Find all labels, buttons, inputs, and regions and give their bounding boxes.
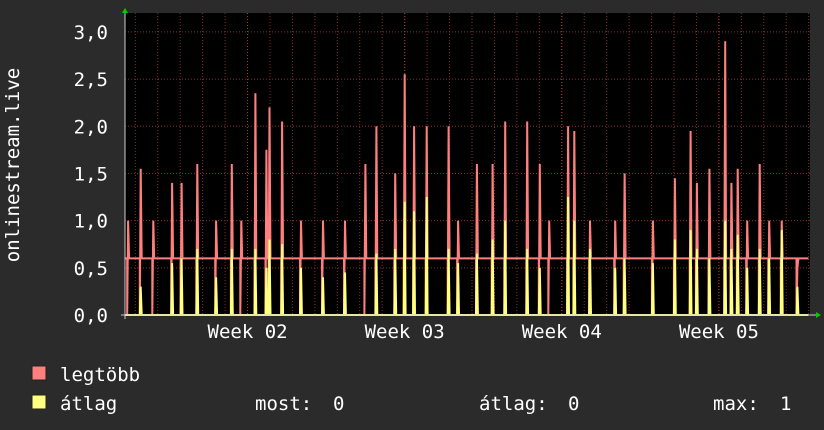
y-tick-label: 2,5 <box>74 69 108 91</box>
y-tick-label: 2,0 <box>74 116 108 138</box>
plot-canvas <box>125 13 810 315</box>
x-tick-label: Week 03 <box>365 321 445 343</box>
stat-max-value: 1 <box>780 393 791 415</box>
stat-most-value: 0 <box>333 393 344 415</box>
legend-swatch-atlag <box>31 394 47 410</box>
y-tick-label: 3,0 <box>74 22 108 44</box>
stat-atlag-label: átlag: <box>479 393 548 415</box>
stat-most-label: most: <box>255 393 312 415</box>
legend: legtöbb átlag most: 0 átlag: 0 max: 1 <box>31 364 791 415</box>
stat-atlag-value: 0 <box>568 393 579 415</box>
legend-label-legtobb: legtöbb <box>60 364 140 386</box>
legend-label-atlag: átlag <box>60 393 117 415</box>
stat-max-label: max: <box>713 393 759 415</box>
x-tick-label: Week 04 <box>522 321 602 343</box>
x-tick-label: Week 02 <box>208 321 288 343</box>
x-tick-labels: Week 02 Week 03 Week 04 Week 05 <box>208 321 759 343</box>
legend-swatch-legtobb <box>31 365 47 381</box>
y-tick-label: 1,0 <box>74 211 108 233</box>
x-tick-label: Week 05 <box>679 321 759 343</box>
x-axis-arrow-icon <box>816 312 821 318</box>
y-axis-label: onlinestream.live <box>2 68 24 262</box>
y-tick-label: 0,0 <box>74 305 108 327</box>
y-tick-labels: 0,0 0,5 1,0 1,5 2,0 2,5 3,0 <box>74 22 108 327</box>
chart: 0,00,51,01,52,02,53,0 Week 02 Week 03 Week… <box>2 8 821 415</box>
y-tick-label: 1,5 <box>74 163 108 185</box>
y-axis-arrow-icon <box>122 8 128 13</box>
y-tick-label: 0,5 <box>74 258 108 280</box>
